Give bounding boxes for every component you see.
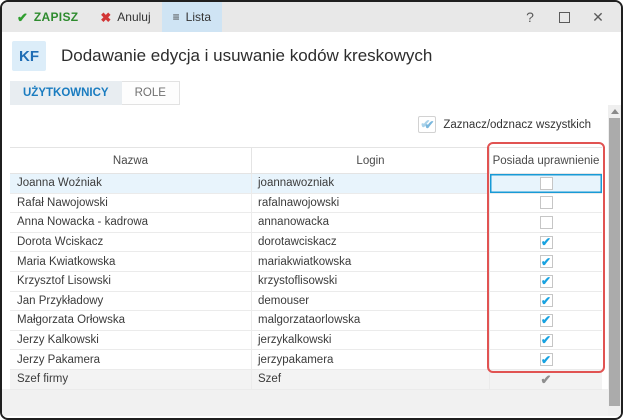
bottom-strip bbox=[2, 389, 621, 416]
cell-login: joannawozniak bbox=[252, 174, 490, 193]
cell-name: Szef firmy bbox=[10, 369, 252, 389]
permissions-table: Nazwa Login Posiada uprawnienie Joanna W… bbox=[10, 142, 605, 390]
maximize-icon bbox=[558, 11, 570, 23]
column-header-login: Login bbox=[252, 148, 490, 173]
cell-permission: ✔ bbox=[490, 331, 602, 350]
double-check-icon: ✔ ✔ bbox=[418, 116, 437, 133]
cell-name: Jerzy Kalkowski bbox=[10, 330, 252, 350]
cell-permission bbox=[490, 174, 602, 193]
permission-checkbox[interactable]: ✔ bbox=[539, 235, 553, 249]
hamburger-icon: ≡ bbox=[172, 10, 180, 24]
cell-permission bbox=[490, 213, 602, 232]
toggle-all-label: Zaznacz/odznacz wszystkich bbox=[443, 118, 591, 131]
cell-login: rafalnawojowski bbox=[252, 193, 490, 213]
permission-checkbox[interactable]: ✔ bbox=[539, 274, 553, 288]
permission-checkbox[interactable]: ✔ bbox=[539, 353, 553, 367]
module-badge: KF bbox=[12, 41, 46, 71]
column-header-posiada-uprawnienie: Posiada uprawnienie bbox=[492, 154, 600, 167]
permission-checkbox[interactable] bbox=[539, 196, 553, 210]
permission-checkbox[interactable] bbox=[539, 176, 553, 190]
save-button[interactable]: ✔ ZAPISZ bbox=[6, 2, 89, 32]
table-row[interactable]: Małgorzata Orłowska malgorzataorlowska ✔ bbox=[10, 311, 602, 331]
table-row[interactable]: Jerzy Pakamera jerzypakamera ✔ bbox=[10, 350, 602, 370]
table-row[interactable]: Krzysztof Lisowski krzystoflisowski ✔ bbox=[10, 271, 602, 292]
readonly-check-icon: ✔ bbox=[540, 371, 552, 387]
cell-name: Maria Kwiatkowska bbox=[10, 252, 252, 271]
cell-login: jerzykalkowski bbox=[252, 330, 490, 350]
table-row[interactable]: Jan Przykładowy demouser ✔ bbox=[10, 291, 602, 312]
permission-checkbox[interactable]: ✔ bbox=[539, 255, 553, 269]
cell-login: malgorzataorlowska bbox=[252, 311, 490, 330]
table-header: Nazwa Login Posiada uprawnienie bbox=[10, 147, 602, 174]
cell-permission: ✔ bbox=[490, 272, 602, 291]
cell-permission: ✔ bbox=[490, 311, 602, 330]
table-row[interactable]: Rafał Nawojowski rafalnawojowski bbox=[10, 193, 602, 214]
vertical-scrollbar[interactable] bbox=[608, 105, 621, 416]
table-row[interactable]: Dorota Wciskacz dorotawciskacz ✔ bbox=[10, 232, 602, 253]
list-button[interactable]: ≡ Lista bbox=[161, 2, 223, 32]
cancel-x-icon: ✖ bbox=[100, 9, 112, 25]
cell-permission: ✔ bbox=[490, 292, 602, 311]
cancel-button-label: Anuluj bbox=[117, 10, 151, 24]
toolbar: ✔ ZAPISZ ✖ Anuluj ≡ Lista ? ✕ bbox=[2, 2, 621, 32]
help-button[interactable]: ? bbox=[517, 4, 543, 30]
permission-checkbox[interactable]: ✔ bbox=[539, 294, 553, 308]
close-button[interactable]: ✕ bbox=[585, 4, 611, 30]
tab-bar: UŻYTKOWNICY ROLE bbox=[2, 80, 621, 105]
table-row[interactable]: Anna Nowacka - kadrowa annanowacka bbox=[10, 213, 602, 233]
cell-permission: ✔ bbox=[490, 233, 602, 252]
cell-name: Jan Przykładowy bbox=[10, 291, 252, 311]
cell-name: Anna Nowacka - kadrowa bbox=[10, 213, 252, 232]
tab-uzytkownicy[interactable]: UŻYTKOWNICY bbox=[10, 81, 122, 105]
cancel-button[interactable]: ✖ Anuluj bbox=[89, 2, 161, 32]
help-icon: ? bbox=[526, 9, 534, 25]
cell-name: Rafał Nawojowski bbox=[10, 193, 252, 213]
table-row[interactable]: Jerzy Kalkowski jerzykalkowski ✔ bbox=[10, 330, 602, 351]
cell-name: Dorota Wciskacz bbox=[10, 232, 252, 252]
permission-checkbox[interactable] bbox=[539, 215, 553, 229]
app-window: ✔ ZAPISZ ✖ Anuluj ≡ Lista ? ✕ KF Dodawan… bbox=[0, 0, 623, 420]
save-check-icon: ✔ bbox=[17, 9, 28, 25]
window-controls: ? ✕ bbox=[517, 4, 611, 30]
cell-login: mariakwiatkowska bbox=[252, 252, 490, 271]
save-button-label: ZAPISZ bbox=[33, 10, 79, 24]
cell-permission: ✔ bbox=[490, 350, 602, 369]
content-area: ✔ ✔ Zaznacz/odznacz wszystkich Nazwa Logi… bbox=[2, 105, 621, 416]
cell-name: Jerzy Pakamera bbox=[10, 350, 252, 369]
list-button-label: Lista bbox=[185, 10, 212, 24]
cell-permission: ✔ bbox=[490, 252, 602, 271]
cell-name: Krzysztof Lisowski bbox=[10, 271, 252, 291]
toggle-all-link[interactable]: ✔ ✔ Zaznacz/odznacz wszystkich bbox=[418, 116, 591, 133]
cell-login: jerzypakamera bbox=[252, 350, 490, 369]
cell-permission bbox=[490, 194, 602, 213]
cell-login: dorotawciskacz bbox=[252, 232, 490, 252]
cell-permission: ✔ bbox=[490, 370, 602, 389]
permission-checkbox[interactable]: ✔ bbox=[539, 333, 553, 347]
maximize-button[interactable] bbox=[551, 4, 577, 30]
permission-checkbox[interactable]: ✔ bbox=[539, 313, 553, 327]
page-title: Dodawanie edycja i usuwanie kodów kresko… bbox=[61, 46, 433, 65]
cell-login: krzystoflisowski bbox=[252, 271, 490, 291]
table-row[interactable]: Maria Kwiatkowska mariakwiatkowska ✔ bbox=[10, 252, 602, 272]
cell-name: Małgorzata Orłowska bbox=[10, 311, 252, 330]
cell-name: Joanna Woźniak bbox=[10, 174, 252, 193]
cell-login: Szef bbox=[252, 369, 490, 389]
title-bar: KF Dodawanie edycja i usuwanie kodów kre… bbox=[2, 32, 621, 80]
close-icon: ✕ bbox=[592, 8, 604, 25]
table-body: Joanna Woźniak joannawozniak Rafał Nawoj… bbox=[10, 174, 602, 390]
scrollbar-thumb[interactable] bbox=[609, 118, 620, 406]
scroll-up-icon[interactable] bbox=[610, 109, 619, 114]
cell-login: annanowacka bbox=[252, 213, 490, 232]
tab-role[interactable]: ROLE bbox=[121, 81, 180, 105]
table-row[interactable]: Joanna Woźniak joannawozniak bbox=[10, 174, 602, 194]
column-header-nazwa: Nazwa bbox=[10, 148, 252, 173]
cell-login: demouser bbox=[252, 291, 490, 311]
table-row[interactable]: Szef firmy Szef ✔ bbox=[10, 369, 602, 390]
